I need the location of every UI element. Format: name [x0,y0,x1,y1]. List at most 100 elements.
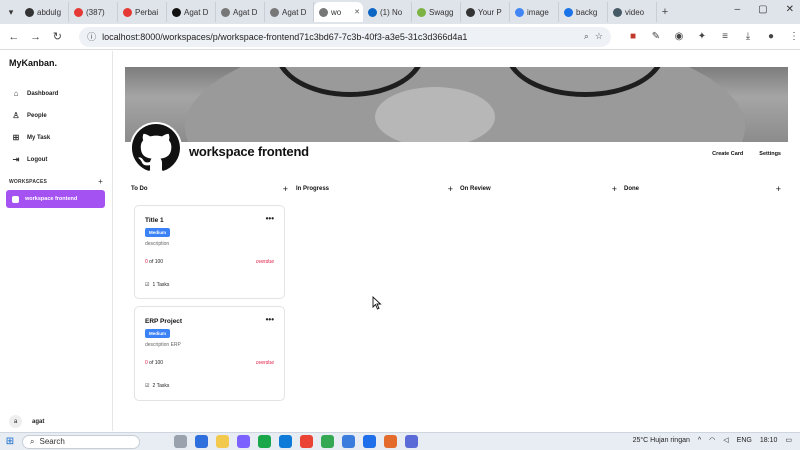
add-card-button[interactable]: + [448,185,453,194]
window-controls: – ▢ ✕ [735,4,794,15]
store-icon[interactable] [258,435,271,448]
minimize-icon[interactable]: – [735,4,741,15]
user-name: agat [32,418,45,425]
card-menu-icon[interactable]: ••• [266,214,274,223]
page-title: workspace frontend [189,144,309,159]
add-card-button[interactable]: + [776,185,781,194]
add-card-button[interactable]: + [612,185,617,194]
new-tab-button[interactable]: + [657,6,673,18]
media-icon[interactable]: ≡ [719,31,731,42]
browser-tab[interactable]: Perbai [118,2,167,22]
browser-tab[interactable]: wo ✕ [314,2,363,22]
volume-icon[interactable]: ◁ [723,436,728,444]
chrome-icon[interactable] [300,435,313,448]
workspace-actions: Create Card Settings [712,151,781,157]
avatar: a [9,415,22,428]
add-card-button[interactable]: + [283,185,288,194]
zoom-icon[interactable]: ⌕ [584,31,589,42]
browser-tab[interactable]: image [510,2,559,22]
favicon-icon [123,7,132,17]
favicon-icon [417,7,426,17]
browser-tab[interactable]: Agat D [167,2,216,22]
workspaces-heading: WORKSPACES + [9,178,103,186]
chevron-up-icon[interactable]: ^ [698,437,701,444]
taskbar-search[interactable]: ⌕ Search [22,434,140,449]
sidebar-item-label: My Task [27,134,51,141]
progress-total: of 100 [147,259,164,265]
status-badge: overdue [255,360,274,366]
more-menu-icon[interactable]: ⋮ [788,31,800,42]
column-header-in-progress: In Progress + [296,185,453,194]
forward-icon[interactable]: → [30,31,42,43]
clock-label[interactable]: 18:10 [760,437,778,444]
browser-tab[interactable]: (387) [69,2,118,22]
add-workspace-button[interactable]: + [98,178,103,186]
notification-icon[interactable]: ▭ [785,436,792,444]
browser-tab[interactable]: (1) No [363,2,412,22]
browser-tab[interactable]: Your P [461,2,510,22]
browser-tab[interactable]: abdulg [20,2,69,22]
card-title: ERP Project [145,318,183,325]
kanban-card[interactable]: Title 1 ••• Medium description 0 of 100 … [134,205,285,299]
card-menu-icon[interactable]: ••• [266,315,274,324]
user-profile[interactable]: a agat [9,415,44,428]
tab-search-icon[interactable]: ▾ [4,5,18,19]
sidebar-item-label: People [27,112,47,119]
wifi-icon[interactable]: ◠ [709,436,715,444]
terminal-icon[interactable] [342,435,355,448]
app-icon[interactable] [237,435,250,448]
browser-tab[interactable]: Agat D [216,2,265,22]
address-bar[interactable]: ⓘ localhost:8000/workspaces/p/workspace-… [79,26,611,47]
camera-icon[interactable]: ◉ [673,31,685,42]
favicon-icon [613,7,622,17]
download-icon[interactable]: ⤓ [742,31,754,42]
settings-button[interactable]: Settings [759,151,781,157]
tab-label: Agat D [233,7,258,17]
weather-label[interactable]: 25°C Hujan ringan [633,437,690,444]
favicon-icon [74,7,83,17]
sidebar-workspace-item[interactable]: workspace frontend [6,190,105,208]
sidebar-item-logout[interactable]: ⇥ Logout [12,155,48,164]
task-view-icon[interactable] [174,435,187,448]
windows-start-icon[interactable]: ⊞ [0,436,20,447]
close-tab-icon[interactable]: ✕ [354,8,360,16]
browser-tab[interactable]: video [608,2,657,22]
vscode-icon[interactable] [363,435,376,448]
tab-label: Your P [478,7,502,17]
puzzle-icon[interactable]: ✦ [696,31,708,42]
browser-tab[interactable]: backg [559,2,608,22]
checkbox-icon: ☑ [145,383,150,389]
person-icon: ♙ [12,111,20,120]
maximize-icon[interactable]: ▢ [758,4,767,15]
tab-label: video [625,7,645,17]
column-title: In Progress [296,186,330,192]
reload-icon[interactable]: ↻ [51,30,63,43]
bookmark-star-icon[interactable]: ☆ [595,31,603,42]
outlook-icon[interactable] [195,435,208,448]
priority-badge: Medium [145,228,171,237]
url-text[interactable]: localhost:8000/workspaces/p/workspace-fr… [102,32,578,42]
back-icon[interactable]: ← [8,31,20,43]
sidebar-item-my-task[interactable]: ⊞ My Task [12,133,51,142]
eyedropper-icon[interactable]: ✎ [650,31,662,42]
chrome-profile-icon[interactable] [321,435,334,448]
file-explorer-icon[interactable] [216,435,229,448]
profile-icon[interactable]: ● [765,31,777,42]
column-title: Done [624,186,639,192]
browser-tab[interactable]: Swagg [412,2,461,22]
create-card-button[interactable]: Create Card [712,151,743,157]
favicon-icon [25,7,34,17]
site-info-icon[interactable]: ⓘ [87,30,96,43]
card-title: Title 1 [145,217,164,224]
sidebar-item-dashboard[interactable]: ⌂ Dashboard [12,89,59,98]
sidebar-item-people[interactable]: ♙ People [12,111,47,120]
extension-icon[interactable]: ■ [627,31,639,42]
app-icon[interactable] [384,435,397,448]
edge-icon[interactable] [279,435,292,448]
kanban-card[interactable]: ERP Project ••• Medium description ERP 0… [134,306,285,401]
app-icon[interactable] [405,435,418,448]
system-tray: 25°C Hujan ringan ^ ◠ ◁ ENG 18:10 ▭ [633,436,792,445]
language-label[interactable]: ENG [737,437,752,444]
close-window-icon[interactable]: ✕ [786,4,794,15]
browser-tab[interactable]: Agat D [265,2,314,22]
